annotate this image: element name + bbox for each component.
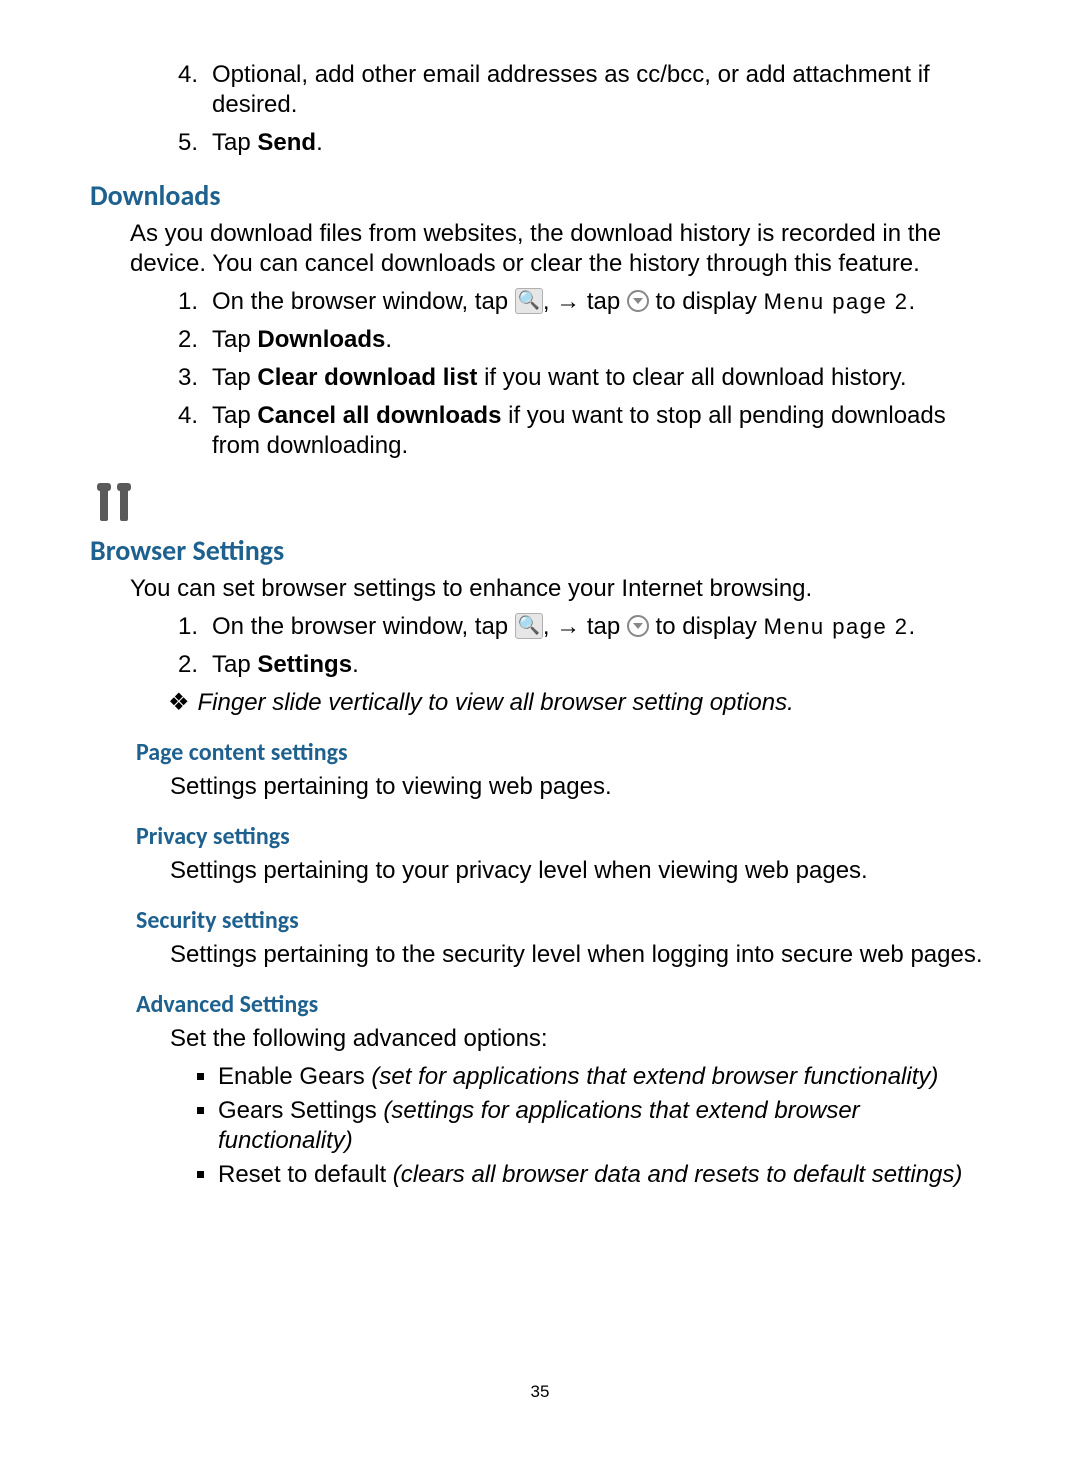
item-post: if you want to clear all download histor…: [477, 364, 906, 391]
marker: 2.: [178, 650, 198, 680]
downloads-intro: As you download files from websites, the…: [130, 219, 990, 279]
advanced-settings-desc: Set the following advanced options:: [170, 1024, 990, 1054]
menu-icon: 🔍: [515, 613, 543, 639]
tip-note: ❖ Finger slide vertically to view all bro…: [168, 688, 990, 718]
browser-settings-heading: Browser Settings: [90, 533, 990, 568]
item-mid: , → tap: [543, 288, 627, 315]
item-post: .: [385, 326, 392, 353]
item-bold: Send: [257, 129, 316, 156]
item-pre: On the browser window, tap: [212, 613, 515, 640]
item-bold: Clear download list: [257, 364, 477, 391]
item-pre: Tap: [212, 326, 257, 353]
item-tail: .: [909, 613, 916, 640]
list-item: 1. On the browser window, tap 🔍, → tap t…: [178, 287, 990, 317]
item-post: .: [316, 129, 323, 156]
list-item: Reset to default (clears all browser dat…: [218, 1160, 990, 1190]
marker: 3.: [178, 363, 198, 393]
list-item: 4. Optional, add other email addresses as…: [178, 60, 990, 120]
initial-list: 4. Optional, add other email addresses as…: [178, 60, 990, 158]
list-item: Gears Settings (settings for application…: [218, 1096, 990, 1156]
bullet-ital: (clears all browser data and resets to d…: [393, 1161, 963, 1188]
privacy-settings-heading: Privacy settings: [136, 822, 990, 852]
downloads-list: 1. On the browser window, tap 🔍, → tap t…: [178, 287, 990, 461]
item-bold: Downloads: [257, 326, 385, 353]
page-content-settings-heading: Page content settings: [136, 738, 990, 768]
dropdown-circle-icon: [627, 615, 649, 637]
item-pre: On the browser window, tap: [212, 288, 515, 315]
list-item: 2. Tap Settings.: [178, 650, 990, 680]
downloads-heading: Downloads: [90, 178, 990, 213]
item-pre: Tap: [212, 651, 257, 678]
list-item: 1. On the browser window, tap 🔍, → tap t…: [178, 612, 990, 642]
item-post: to display: [649, 613, 764, 640]
security-settings-desc: Settings pertaining to the security leve…: [170, 940, 990, 970]
list-item: Enable Gears (set for applications that …: [218, 1062, 990, 1092]
marker: 4.: [178, 60, 198, 90]
browser-settings-intro: You can set browser settings to enhance …: [130, 574, 990, 604]
privacy-settings-desc: Settings pertaining to your privacy leve…: [170, 856, 990, 886]
item-spaced: Menu page 2: [764, 614, 909, 639]
dropdown-circle-icon: [627, 290, 649, 312]
item-pre: Tap: [212, 402, 257, 429]
bullet-icon: ❖: [168, 689, 190, 716]
advanced-settings-bullets: Enable Gears (set for applications that …: [218, 1062, 990, 1190]
advanced-settings-heading: Advanced Settings: [136, 990, 990, 1020]
bullet-lead: Enable Gears: [218, 1063, 371, 1090]
page-number: 35: [0, 1382, 1080, 1402]
marker: 1.: [178, 612, 198, 642]
list-item: 4.Tap Cancel all downloads if you want t…: [178, 401, 990, 461]
bullet-lead: Reset to default: [218, 1161, 393, 1188]
list-item: 2. Tap Downloads.: [178, 325, 990, 355]
bullet-ital: (set for applications that extend browse…: [371, 1063, 938, 1090]
item-post: .: [352, 651, 359, 678]
page-content-settings-desc: Settings pertaining to viewing web pages…: [170, 772, 990, 802]
marker: 4.: [178, 401, 198, 431]
settings-sliders-icon: [94, 483, 134, 529]
item-bold: Cancel all downloads: [257, 402, 501, 429]
menu-icon: 🔍: [515, 288, 543, 314]
item-mid: , → tap: [543, 613, 627, 640]
list-item: 5. Tap Send.: [178, 128, 990, 158]
bullet-lead: Gears Settings: [218, 1097, 383, 1124]
marker: 2.: [178, 325, 198, 355]
security-settings-heading: Security settings: [136, 906, 990, 936]
list-item: 3. Tap Clear download list if you want to…: [178, 363, 990, 393]
item-pre: Tap: [212, 129, 257, 156]
item-spaced: Menu page 2: [764, 289, 909, 314]
marker: 5.: [178, 128, 198, 158]
item-text: Optional, add other email addresses as c…: [212, 61, 930, 118]
browser-settings-list: 1. On the browser window, tap 🔍, → tap t…: [178, 612, 990, 680]
tip-text: Finger slide vertically to view all brow…: [198, 689, 794, 716]
item-post: to display: [649, 288, 764, 315]
item-tail: .: [909, 288, 916, 315]
item-pre: Tap: [212, 364, 257, 391]
item-bold: Settings: [257, 651, 352, 678]
marker: 1.: [178, 287, 198, 317]
